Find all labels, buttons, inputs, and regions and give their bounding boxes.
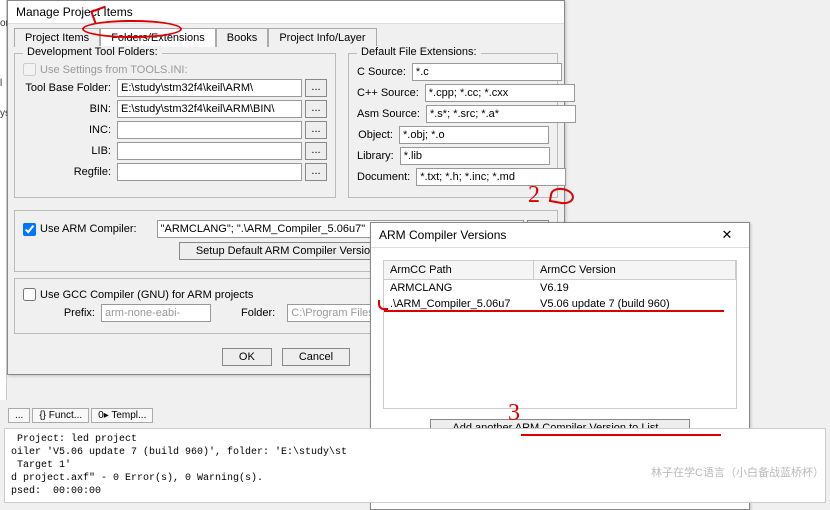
- browse-icon[interactable]: ...: [305, 79, 327, 97]
- versions-table: ArmCC Path ArmCC Version ARMCLANG V6.19 …: [383, 260, 737, 409]
- tab-project-info-layer[interactable]: Project Info/Layer: [268, 28, 376, 47]
- lib-input[interactable]: [117, 142, 302, 160]
- use-arm-label: Use ARM Compiler:: [40, 223, 137, 235]
- tool-base-input[interactable]: [117, 79, 302, 97]
- gcc-prefix-input[interactable]: [101, 304, 211, 322]
- cell-path: .\ARM_Compiler_5.06u7: [384, 296, 534, 312]
- gcc-prefix-label: Prefix:: [23, 307, 95, 319]
- cell-ver: V6.19: [534, 280, 736, 296]
- default-ext-group: Default File Extensions: C Source: C++ S…: [348, 53, 558, 198]
- use-gcc-label: Use GCC Compiler (GNU) for ARM projects: [40, 289, 253, 301]
- lib-label: LIB:: [23, 145, 111, 157]
- ext-obj-label: Object:: [357, 129, 393, 141]
- browse-icon[interactable]: ...: [305, 121, 327, 139]
- dialog-title: ARM Compiler Versions: [379, 228, 506, 242]
- tab-more[interactable]: ...: [8, 408, 30, 423]
- tab-functions[interactable]: {} Funct...: [32, 408, 89, 423]
- tabs: Project Items Folders/Extensions Books P…: [8, 24, 564, 47]
- ext-doc-input[interactable]: [416, 168, 566, 186]
- tab-templates[interactable]: 0▸ Templ...: [91, 408, 153, 423]
- ext-cpp-input[interactable]: [425, 84, 575, 102]
- use-arm-check[interactable]: [23, 223, 36, 236]
- ext-lib-input[interactable]: [400, 147, 550, 165]
- cell-path: ARMCLANG: [384, 280, 534, 296]
- browse-icon[interactable]: ...: [305, 163, 327, 181]
- setup-default-button[interactable]: Setup Default ARM Compiler Version: [179, 242, 393, 260]
- gcc-folder-label: Folder:: [241, 307, 275, 319]
- regfile-label: Regfile:: [23, 166, 111, 178]
- bin-input[interactable]: [117, 100, 302, 118]
- tab-books[interactable]: Books: [216, 28, 269, 47]
- ext-asm-input[interactable]: [426, 105, 576, 123]
- table-row[interactable]: .\ARM_Compiler_5.06u7 V5.06 update 7 (bu…: [384, 296, 736, 312]
- titlebar: Manage Project Items: [8, 1, 564, 24]
- cell-ver: V5.06 update 7 (build 960): [534, 296, 736, 312]
- regfile-input[interactable]: [117, 163, 302, 181]
- close-icon[interactable]: ✕: [713, 227, 741, 243]
- ext-asm-label: Asm Source:: [357, 108, 420, 120]
- ext-doc-label: Document:: [357, 171, 410, 183]
- ext-lib-label: Library:: [357, 150, 394, 162]
- ext-cpp-label: C++ Source:: [357, 87, 419, 99]
- col-version[interactable]: ArmCC Version: [534, 261, 736, 279]
- legend: Development Tool Folders:: [23, 46, 162, 58]
- tool-base-label: Tool Base Folder:: [23, 82, 111, 94]
- inc-input[interactable]: [117, 121, 302, 139]
- ext-c-input[interactable]: [412, 63, 562, 81]
- table-row[interactable]: ARMCLANG V6.19: [384, 280, 736, 296]
- ext-c-label: C Source:: [357, 66, 406, 78]
- browse-icon[interactable]: ...: [305, 100, 327, 118]
- cancel-button[interactable]: Cancel: [282, 348, 350, 366]
- dialog-title: Manage Project Items: [16, 5, 133, 19]
- ext-obj-input[interactable]: [399, 126, 549, 144]
- legend: Default File Extensions:: [357, 46, 481, 58]
- dev-tool-folders-group: Development Tool Folders: Use Settings f…: [14, 53, 336, 198]
- titlebar: ARM Compiler Versions ✕: [371, 223, 749, 248]
- bottom-tabs: ... {} Funct... 0▸ Templ...: [8, 408, 153, 423]
- tab-folders-extensions[interactable]: Folders/Extensions: [100, 28, 216, 47]
- use-settings-check[interactable]: [23, 63, 36, 76]
- left-crop: l: [0, 78, 2, 89]
- tab-project-items[interactable]: Project Items: [14, 28, 100, 47]
- use-settings-label: Use Settings from TOOLS.INI:: [40, 64, 188, 76]
- inc-label: INC:: [23, 124, 111, 136]
- browse-icon[interactable]: ...: [305, 142, 327, 160]
- col-path[interactable]: ArmCC Path: [384, 261, 534, 279]
- ok-button[interactable]: OK: [222, 348, 272, 366]
- use-gcc-check[interactable]: [23, 288, 36, 301]
- bin-label: BIN:: [23, 103, 111, 115]
- watermark: 林子在学C语言（小白备战蓝桥杯）: [651, 464, 824, 480]
